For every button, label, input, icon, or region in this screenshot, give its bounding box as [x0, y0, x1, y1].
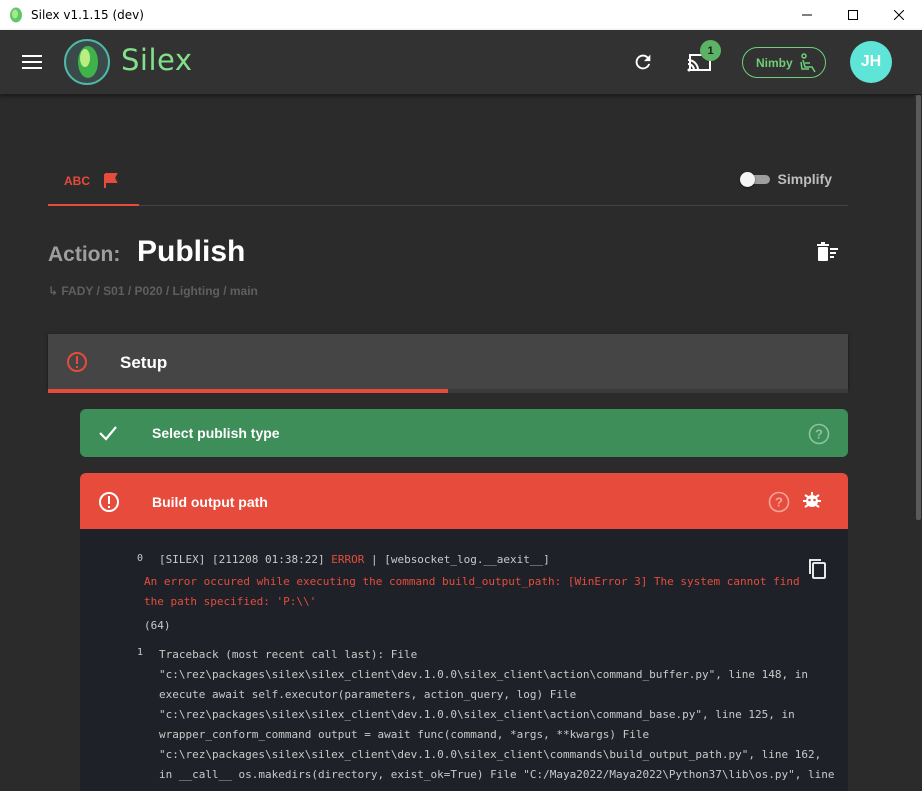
log-message-line: the path specified: 'P:\\' [144, 595, 317, 608]
action-name: Publish [137, 235, 246, 268]
clear-icon[interactable] [817, 242, 839, 262]
log-line: wrapper_conform_command output = await f… [159, 728, 650, 741]
copy-icon[interactable] [809, 559, 827, 579]
window-titlebar: Silex v1.1.15 (dev) [0, 0, 922, 30]
close-icon [894, 10, 904, 20]
app-header: Silex 1 Nimby JH [0, 30, 922, 94]
user-avatar[interactable]: JH [850, 41, 892, 83]
seat-icon [799, 52, 816, 72]
maximize-icon [848, 10, 858, 20]
simplify-switch[interactable]: Simplify [739, 171, 832, 187]
nimby-button[interactable]: Nimby [742, 47, 826, 78]
alert-circle-icon [99, 492, 119, 512]
silex-logo [64, 39, 110, 85]
step-build-output-path[interactable]: Build output path ? [80, 473, 848, 529]
log-line: "c:\rez\packages\silex\silex_client\dev.… [159, 748, 822, 761]
bug-icon[interactable] [801, 490, 823, 512]
setup-label: Setup [120, 353, 168, 372]
step-select-publish-type[interactable]: Select publish type ? [80, 409, 848, 457]
setup-section[interactable]: Setup [48, 334, 848, 389]
help-icon[interactable]: ? [768, 491, 790, 513]
setup-progress [48, 389, 848, 393]
step-label: Build output path [152, 494, 268, 510]
window-title: Silex v1.1.15 (dev) [31, 8, 144, 22]
nimby-label: Nimby [756, 55, 793, 70]
log-panel: 0 [SILEX] [211208 01:38:22] ERROR | [web… [80, 529, 848, 791]
log-line: in __call__ os.makedirs(directory, exist… [159, 768, 835, 781]
log-source: | [websocket_log.__aexit__] [370, 553, 550, 566]
notification-badge: 1 [700, 40, 721, 61]
close-button[interactable] [876, 0, 922, 30]
flag-icon [104, 173, 118, 188]
simplify-toggle[interactable] [739, 172, 770, 187]
log-line: "c:\rez\packages\silex\silex_client\dev.… [159, 668, 809, 681]
log-index: 0 [137, 553, 144, 564]
tab-abc[interactable]: ABC [48, 158, 139, 206]
simplify-label: Simplify [777, 171, 832, 187]
action-tabs: ABC Simplify [48, 158, 848, 206]
svg-text:?: ? [775, 495, 783, 510]
help-icon[interactable]: ? [808, 423, 830, 445]
log-index: 1 [137, 647, 144, 658]
setup-progress-fill [48, 389, 448, 393]
refresh-icon[interactable] [632, 51, 654, 73]
alert-circle-icon [67, 352, 87, 372]
maximize-button[interactable] [830, 0, 876, 30]
menu-icon[interactable] [22, 55, 42, 70]
action-prefix: Action: [48, 243, 121, 266]
step-label: Select publish type [152, 425, 280, 441]
brand-name: Silex [121, 43, 193, 77]
minimize-icon [802, 14, 812, 16]
log-header-line: [SILEX] [211208 01:38:22] ERROR | [webso… [159, 550, 550, 570]
log-line: "c:\rez\packages\silex\silex_client\dev.… [159, 708, 795, 721]
log-code: (64) [144, 619, 171, 632]
tab-label: ABC [64, 174, 90, 188]
log-message-line: An error occured while executing the com… [144, 575, 800, 588]
log-level: ERROR [331, 553, 365, 566]
log-line: execute await self.executor(parameters, … [159, 688, 577, 701]
log-line: Traceback (most recent call last): File [159, 648, 418, 661]
scrollbar-thumb[interactable] [916, 95, 921, 520]
breadcrumb: ↳ FADY / S01 / P020 / Lighting / main [48, 284, 258, 298]
log-prefix: [SILEX] [211208 01:38:22] [159, 553, 325, 566]
minimize-button[interactable] [784, 0, 830, 30]
svg-text:?: ? [815, 427, 823, 442]
check-icon [99, 426, 117, 441]
app-logo-icon [10, 7, 22, 23]
